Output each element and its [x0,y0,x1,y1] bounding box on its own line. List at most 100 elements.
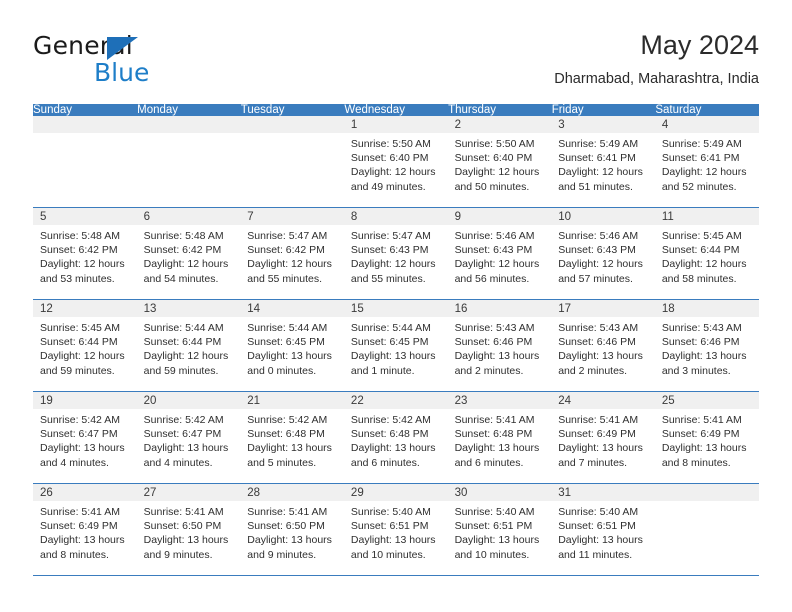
day-cell[interactable]: 26 Sunrise: 5:41 AM Sunset: 6:49 PM Dayligh… [33,483,137,576]
day-cell[interactable]: 29 Sunrise: 5:40 AM Sunset: 6:51 PM Dayligh… [343,483,448,576]
brand-name-blue: Blue [94,58,150,87]
sunrise-text: Sunrise: 5:42 AM [247,414,328,426]
day-cell[interactable]: 25 Sunrise: 5:41 AM Sunset: 6:49 PM Dayligh… [654,391,759,484]
daylight-text-line1: Daylight: 13 hours [558,534,643,547]
day-number [654,484,759,501]
day-cell-empty [33,116,137,208]
day-info: Sunrise: 5:40 AM Sunset: 6:51 PM Daylight:… [551,501,655,562]
day-cell[interactable]: 7 Sunrise: 5:47 AM Sunset: 6:42 PM Daylight… [240,207,344,300]
day-info: Sunrise: 5:42 AM Sunset: 6:48 PM Daylight:… [240,409,344,470]
daylight-text-line1: Daylight: 12 hours [143,258,229,271]
sunset-text: Sunset: 6:48 PM [247,428,325,441]
day-number: 14 [240,300,344,317]
day-number: 4 [654,116,759,133]
day-cell[interactable]: 28 Sunrise: 5:41 AM Sunset: 6:50 PM Dayligh… [240,483,344,576]
sunrise-text: Sunrise: 5:50 AM [454,138,535,150]
daylight-text-line2: and 9 minutes. [143,548,213,561]
day-number: 11 [654,208,759,225]
sunset-text: Sunset: 6:51 PM [454,520,533,533]
sunrise-text: Sunrise: 5:50 AM [350,138,431,150]
day-number: 10 [551,208,655,225]
sunrise-text: Sunrise: 5:40 AM [350,506,431,518]
day-cell[interactable]: 5 Sunrise: 5:48 AM Sunset: 6:42 PM Daylight… [33,207,137,300]
day-cell[interactable]: 15 Sunrise: 5:44 AM Sunset: 6:45 PM Dayligh… [343,299,448,392]
sunset-text: Sunset: 6:50 PM [143,520,222,533]
sunset-text: Sunset: 6:44 PM [143,336,222,349]
weekday-header-sunday: Sunday [33,104,138,116]
day-info: Sunrise: 5:44 AM Sunset: 6:45 PM Daylight:… [344,317,448,378]
day-cell[interactable]: 10 Sunrise: 5:46 AM Sunset: 6:43 PM Dayligh… [551,207,655,300]
daylight-text-line1: Daylight: 13 hours [454,350,540,363]
day-cell[interactable]: 18 Sunrise: 5:43 AM Sunset: 6:46 PM Dayligh… [654,299,759,392]
daylight-text-line1: Daylight: 12 hours [143,350,229,363]
day-cell[interactable]: 9 Sunrise: 5:46 AM Sunset: 6:43 PM Daylight… [447,207,552,300]
sunrise-sunset-calendar-table: Sunday Monday Tuesday Wednesday Thursday Frid… [33,104,759,576]
day-cell[interactable]: 23 Sunrise: 5:41 AM Sunset: 6:48 PM Dayligh… [447,391,552,484]
daylight-text-line1: Daylight: 12 hours [661,166,747,179]
day-number: 5 [33,208,137,225]
sunset-text: Sunset: 6:45 PM [350,336,429,349]
day-number: 30 [447,484,552,501]
day-cell[interactable]: 1 Sunrise: 5:50 AM Sunset: 6:40 PM Daylight… [343,116,448,208]
page-subtitle: Dharmabad, Maharashtra, India [554,71,759,87]
day-info: Sunrise: 5:49 AM Sunset: 6:41 PM Daylight:… [551,133,655,194]
day-cell[interactable]: 6 Sunrise: 5:48 AM Sunset: 6:42 PM Daylight… [136,207,241,300]
daylight-text-line1: Daylight: 13 hours [454,442,540,455]
day-number: 28 [240,484,344,501]
day-number: 24 [551,392,655,409]
daylight-text-line2: and 5 minutes. [247,456,317,469]
day-cell[interactable]: 4 Sunrise: 5:49 AM Sunset: 6:41 PM Daylight… [654,116,759,208]
day-cell[interactable]: 22 Sunrise: 5:42 AM Sunset: 6:48 PM Dayligh… [343,391,448,484]
general-blue-logo[interactable]: General Blue [33,32,263,94]
day-number: 3 [551,116,655,133]
day-number: 12 [33,300,137,317]
day-info: Sunrise: 5:45 AM Sunset: 6:44 PM Daylight:… [655,225,759,286]
day-cell[interactable]: 14 Sunrise: 5:44 AM Sunset: 6:45 PM Dayligh… [240,299,344,392]
day-cell-empty [654,483,759,576]
day-cell[interactable]: 3 Sunrise: 5:49 AM Sunset: 6:41 PM Daylight… [551,116,655,208]
day-info: Sunrise: 5:47 AM Sunset: 6:42 PM Daylight:… [240,225,344,286]
sunrise-text: Sunrise: 5:41 AM [558,414,639,426]
day-cell[interactable]: 27 Sunrise: 5:41 AM Sunset: 6:50 PM Dayligh… [136,483,241,576]
day-cell[interactable]: 13 Sunrise: 5:44 AM Sunset: 6:44 PM Dayligh… [136,299,241,392]
day-cell[interactable]: 17 Sunrise: 5:43 AM Sunset: 6:46 PM Dayligh… [551,299,655,392]
day-number: 20 [136,392,241,409]
daylight-text-line1: Daylight: 13 hours [558,442,643,455]
day-cell[interactable]: 16 Sunrise: 5:43 AM Sunset: 6:46 PM Dayligh… [447,299,552,392]
day-cell[interactable]: 30 Sunrise: 5:40 AM Sunset: 6:51 PM Dayligh… [447,483,552,576]
sunrise-text: Sunrise: 5:43 AM [558,322,639,334]
day-info: Sunrise: 5:41 AM Sunset: 6:50 PM Daylight:… [240,501,344,562]
daylight-text-line1: Daylight: 13 hours [40,442,125,455]
sunrise-text: Sunrise: 5:46 AM [558,230,639,242]
sunset-text: Sunset: 6:48 PM [454,428,533,441]
day-info: Sunrise: 5:43 AM Sunset: 6:46 PM Daylight:… [655,317,759,378]
day-cell[interactable]: 19 Sunrise: 5:42 AM Sunset: 6:47 PM Dayligh… [33,391,137,484]
day-cell[interactable]: 8 Sunrise: 5:47 AM Sunset: 6:43 PM Daylight… [343,207,448,300]
daylight-text-line1: Daylight: 13 hours [558,350,643,363]
daylight-text-line2: and 55 minutes. [350,272,426,285]
day-cell[interactable]: 2 Sunrise: 5:50 AM Sunset: 6:40 PM Daylight… [447,116,552,208]
day-info: Sunrise: 5:50 AM Sunset: 6:40 PM Daylight:… [448,133,552,194]
day-cell[interactable]: 20 Sunrise: 5:42 AM Sunset: 6:47 PM Dayligh… [136,391,241,484]
day-info: Sunrise: 5:41 AM Sunset: 6:48 PM Daylight:… [448,409,552,470]
daylight-text-line1: Daylight: 13 hours [247,442,332,455]
day-cell[interactable]: 31 Sunrise: 5:40 AM Sunset: 6:51 PM Dayligh… [551,483,655,576]
page-title: May 2024 [640,30,759,60]
calendar-week-row: 5 Sunrise: 5:48 AM Sunset: 6:42 PM Daylight… [33,207,759,300]
day-cell[interactable]: 21 Sunrise: 5:42 AM Sunset: 6:48 PM Dayligh… [240,391,344,484]
day-number [240,116,344,133]
day-number: 15 [343,300,448,317]
sunset-text: Sunset: 6:40 PM [350,152,429,165]
day-info: Sunrise: 5:44 AM Sunset: 6:45 PM Daylight:… [240,317,344,378]
day-info: Sunrise: 5:47 AM Sunset: 6:43 PM Daylight:… [344,225,448,286]
triangle-mark-icon [107,37,138,60]
sunset-text: Sunset: 6:51 PM [558,520,636,533]
daylight-text-line1: Daylight: 13 hours [247,350,332,363]
day-cell[interactable]: 12 Sunrise: 5:45 AM Sunset: 6:44 PM Dayligh… [33,299,137,392]
daylight-text-line2: and 4 minutes. [143,456,213,469]
sunset-text: Sunset: 6:48 PM [350,428,429,441]
sunset-text: Sunset: 6:43 PM [454,244,533,257]
day-cell[interactable]: 24 Sunrise: 5:41 AM Sunset: 6:49 PM Dayligh… [551,391,655,484]
sunset-text: Sunset: 6:44 PM [40,336,118,349]
day-cell[interactable]: 11 Sunrise: 5:45 AM Sunset: 6:44 PM Dayligh… [654,207,759,300]
